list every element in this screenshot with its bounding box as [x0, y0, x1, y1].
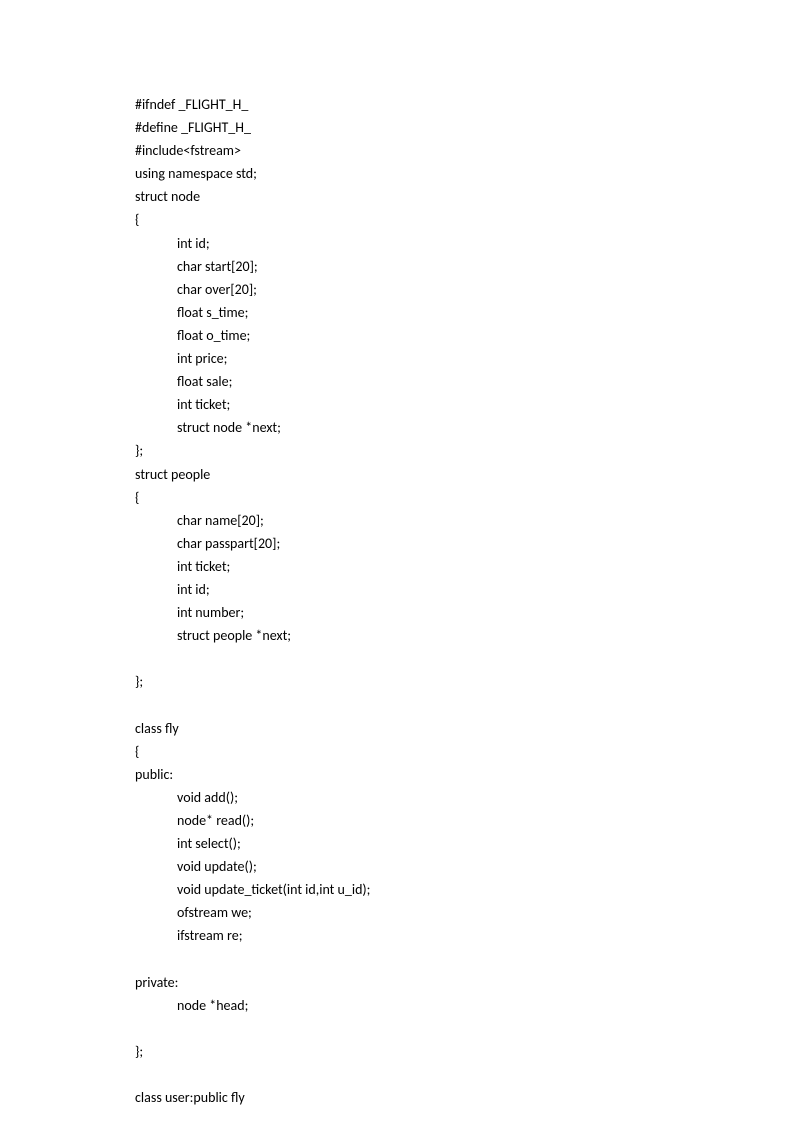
code-line: private:: [135, 971, 800, 994]
code-line: int price;: [135, 347, 800, 370]
code-line: ifstream re;: [135, 924, 800, 947]
code-line: struct people: [135, 463, 800, 486]
code-line: class user:public fly: [135, 1086, 800, 1109]
code-line: };: [135, 670, 800, 693]
code-line: struct people *next;: [135, 624, 800, 647]
code-line: node *head;: [135, 994, 800, 1017]
code-line: float sale;: [135, 370, 800, 393]
code-line: char over[20];: [135, 278, 800, 301]
code-line: char start[20];: [135, 255, 800, 278]
code-line: [135, 1017, 800, 1040]
code-line: };: [135, 1040, 800, 1063]
code-line: float o_time;: [135, 324, 800, 347]
code-line: {: [135, 208, 800, 231]
code-line: struct node *next;: [135, 416, 800, 439]
code-block: #ifndef _FLIGHT_H_#define _FLIGHT_H_#inc…: [135, 93, 800, 1109]
code-line: int id;: [135, 578, 800, 601]
code-line: void add();: [135, 786, 800, 809]
code-line: int ticket;: [135, 393, 800, 416]
code-line: [135, 647, 800, 670]
code-line: {: [135, 486, 800, 509]
code-line: int id;: [135, 232, 800, 255]
code-line: struct node: [135, 185, 800, 208]
code-line: int select();: [135, 832, 800, 855]
code-line: {: [135, 740, 800, 763]
code-line: };: [135, 439, 800, 462]
code-line: using namespace std;: [135, 162, 800, 185]
code-line: #include<fstream>: [135, 139, 800, 162]
code-line: int number;: [135, 601, 800, 624]
code-line: #ifndef _FLIGHT_H_: [135, 93, 800, 116]
code-line: void update();: [135, 855, 800, 878]
code-line: float s_time;: [135, 301, 800, 324]
code-line: #define _FLIGHT_H_: [135, 116, 800, 139]
code-line: ofstream we;: [135, 901, 800, 924]
code-line: char name[20];: [135, 509, 800, 532]
code-line: class fly: [135, 717, 800, 740]
code-line: [135, 693, 800, 716]
code-line: int ticket;: [135, 555, 800, 578]
code-line: node* read();: [135, 809, 800, 832]
code-line: public:: [135, 763, 800, 786]
code-line: void update_ticket(int id,int u_id);: [135, 878, 800, 901]
code-line: char passpart[20];: [135, 532, 800, 555]
code-line: [135, 947, 800, 970]
code-line: [135, 1063, 800, 1086]
